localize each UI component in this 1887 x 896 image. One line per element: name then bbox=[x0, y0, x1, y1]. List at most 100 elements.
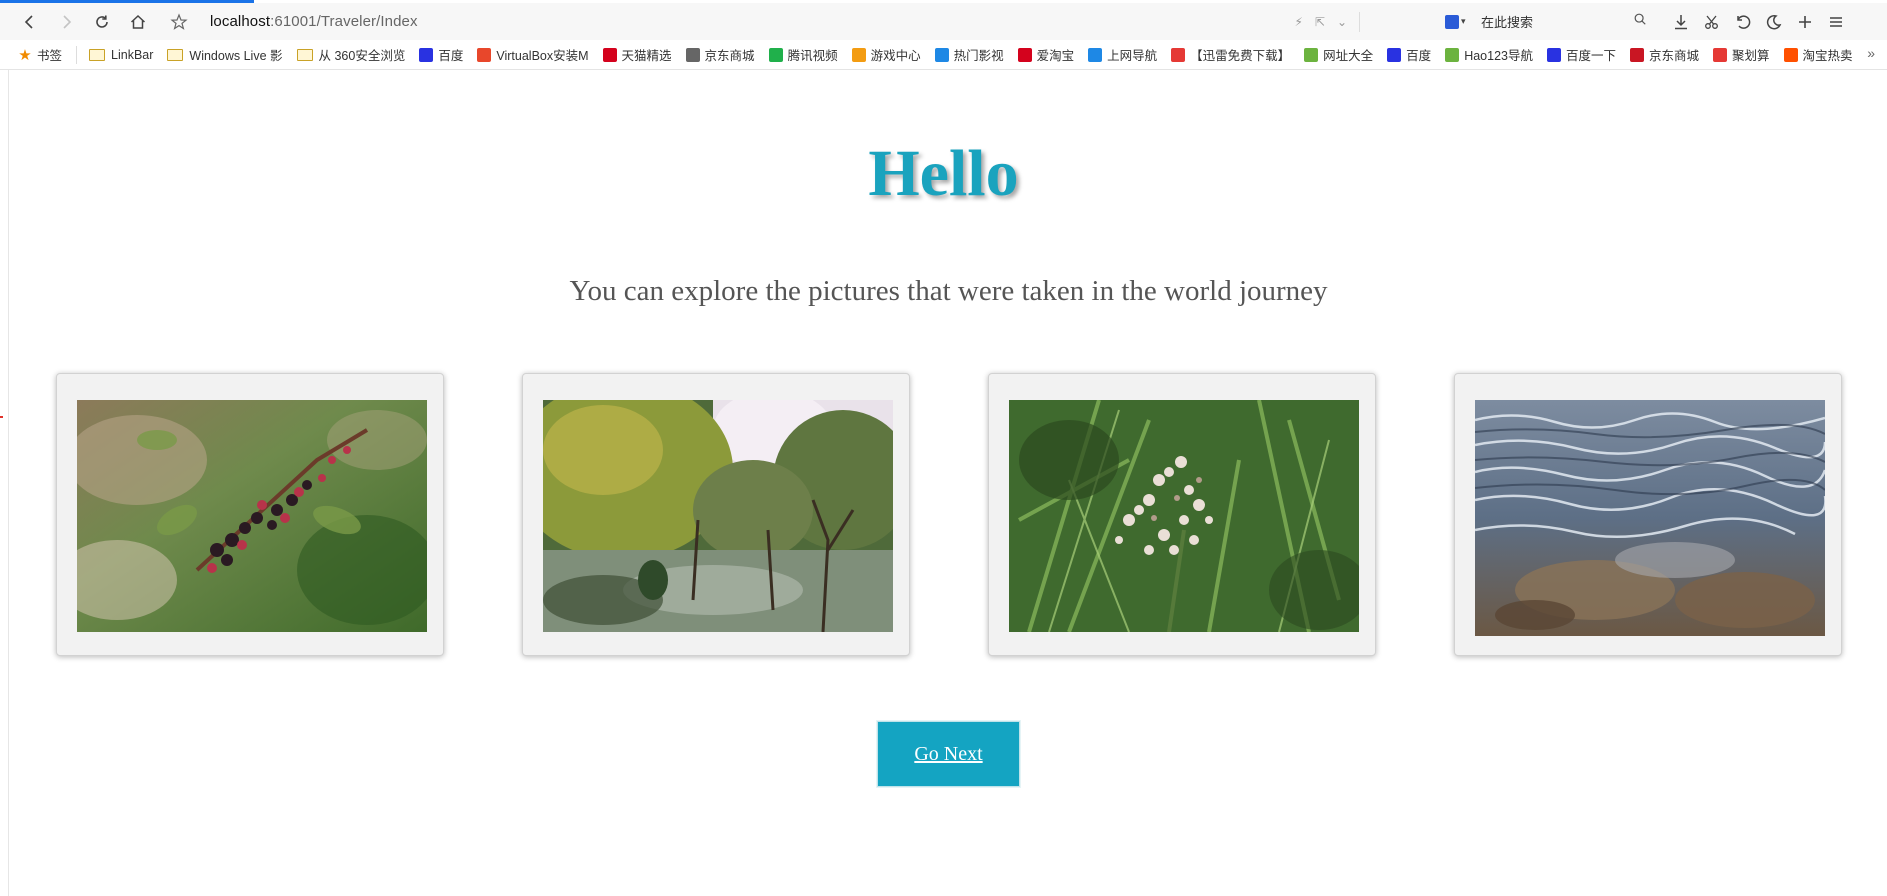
bookmark-label: 从 360安全浏览 bbox=[318, 49, 406, 63]
star-icon: ★ bbox=[18, 46, 32, 64]
bookmark-item[interactable]: Hao123导航 bbox=[1445, 45, 1533, 64]
bookmark-item[interactable]: 天猫精选 bbox=[602, 45, 672, 64]
bookmark-label: 书签 bbox=[37, 49, 63, 63]
bookmark-item[interactable]: 腾讯视频 bbox=[768, 45, 838, 64]
bookmark-label: 热门影视 bbox=[953, 49, 1004, 63]
photo-card[interactable] bbox=[988, 373, 1376, 656]
hao123-icon bbox=[1445, 47, 1460, 62]
taobao-icon bbox=[1017, 47, 1032, 62]
bookmark-label: 上网导航 bbox=[1107, 49, 1158, 63]
url-text[interactable]: localhost:61001/Traveler/Index bbox=[210, 13, 418, 30]
bookmark-label: 爱淘宝 bbox=[1036, 49, 1075, 63]
bookmark-label: 淘宝热卖 bbox=[1802, 49, 1853, 63]
download-icon[interactable] bbox=[1665, 3, 1696, 40]
url-host: localhost bbox=[210, 13, 271, 30]
bookmark-label: 京东商城 bbox=[1649, 49, 1700, 63]
folder-icon bbox=[167, 48, 184, 61]
bookmark-label: 【迅雷免费下载】 bbox=[1190, 49, 1291, 63]
bookmarks-bar: ★ 书签 LinkBar Windows Live 影 从 360安全浏览 百度 Virtu… bbox=[0, 40, 1887, 70]
photo-blackberries[interactable] bbox=[77, 400, 427, 632]
undo-close-icon[interactable] bbox=[1727, 3, 1758, 40]
bookmark-item[interactable]: 百度 bbox=[1387, 45, 1431, 64]
c-logo-icon bbox=[477, 47, 492, 62]
browser-toolbar: localhost:61001/Traveler/Index ⚡ ⇱ ⌄ ▾ 在… bbox=[0, 3, 1887, 40]
bookmark-label: 网址大全 bbox=[1323, 49, 1374, 63]
jd-icon bbox=[1630, 47, 1644, 62]
edge-marker bbox=[0, 416, 3, 418]
bookmark-item[interactable]: VirtualBox安装M bbox=[477, 45, 589, 64]
bookmark-label: 腾讯视频 bbox=[787, 49, 838, 63]
forward-icon[interactable] bbox=[48, 3, 84, 40]
bookmark-label: Hao123导航 bbox=[1464, 49, 1533, 63]
bookmark-item[interactable]: 【迅雷免费下载】 bbox=[1171, 45, 1290, 64]
bookmark-label: 游戏中心 bbox=[870, 49, 921, 63]
search-engine-selector[interactable]: ▾ bbox=[1445, 14, 1475, 30]
tmall-icon bbox=[602, 47, 617, 62]
xunlei-icon bbox=[1171, 47, 1186, 62]
address-bar[interactable]: localhost:61001/Traveler/Index ⚡ ⇱ ⌄ bbox=[170, 3, 1360, 40]
folder-icon bbox=[89, 48, 106, 61]
baidu-paw-icon bbox=[419, 47, 434, 62]
bookmark-item[interactable]: 网址大全 bbox=[1304, 45, 1373, 64]
more-bookmarks-chevron-icon[interactable]: » bbox=[1867, 45, 1875, 61]
photo-garden-trees[interactable] bbox=[543, 400, 893, 632]
video-icon bbox=[934, 47, 949, 62]
bookmark-label: 百度 bbox=[1406, 49, 1432, 63]
screenshot-scissors-icon[interactable] bbox=[1696, 3, 1727, 40]
bookmark-item[interactable]: 爱淘宝 bbox=[1017, 45, 1075, 64]
bookmark-item[interactable]: 京东商城 bbox=[1630, 45, 1699, 64]
bookmark-label: 天猫精选 bbox=[621, 49, 672, 63]
photo-white-wildflowers[interactable] bbox=[1009, 400, 1359, 632]
bookmark-label: LinkBar bbox=[111, 47, 154, 62]
bookmark-star-icon[interactable] bbox=[170, 12, 192, 31]
reload-icon[interactable] bbox=[84, 3, 120, 40]
photo-card[interactable] bbox=[1454, 373, 1842, 656]
globe-icon bbox=[685, 47, 700, 62]
bookmark-item[interactable]: 百度 bbox=[419, 45, 463, 64]
menu-icon[interactable] bbox=[1820, 3, 1851, 40]
bookmark-item[interactable]: ★ 书签 bbox=[18, 45, 62, 64]
bookmark-label: 百度一下 bbox=[1565, 49, 1616, 63]
taobao-hot-icon bbox=[1783, 47, 1798, 62]
bookmark-label: 聚划算 bbox=[1732, 49, 1770, 63]
bookmark-item[interactable]: 京东商城 bbox=[685, 45, 755, 64]
night-mode-moon-icon[interactable] bbox=[1758, 3, 1789, 40]
share-icon[interactable]: ⇱ bbox=[1315, 15, 1325, 29]
bookmark-item[interactable]: 淘宝热卖 bbox=[1783, 45, 1853, 64]
folder-icon bbox=[296, 48, 313, 61]
bookmark-item[interactable]: 从 360安全浏览 bbox=[296, 45, 406, 64]
photo-card[interactable] bbox=[522, 373, 910, 656]
hao-icon bbox=[1304, 47, 1319, 62]
back-icon[interactable] bbox=[12, 3, 48, 40]
home-icon[interactable] bbox=[120, 3, 156, 40]
search-icon[interactable] bbox=[1633, 12, 1647, 31]
baidu-paw-icon bbox=[1445, 14, 1459, 29]
bookmark-label: Windows Live 影 bbox=[189, 49, 283, 63]
bookmark-item[interactable]: LinkBar bbox=[89, 48, 153, 62]
lightning-icon[interactable]: ⚡ bbox=[1294, 15, 1302, 29]
bookmark-label: VirtualBox安装M bbox=[496, 49, 589, 63]
bookmark-separator bbox=[76, 45, 78, 64]
bookmark-item[interactable]: 百度一下 bbox=[1546, 45, 1616, 64]
url-path: :61001/Traveler/Index bbox=[270, 13, 418, 30]
search-input[interactable]: 在此搜索 bbox=[1481, 12, 1533, 31]
new-tab-plus-icon[interactable] bbox=[1789, 3, 1820, 40]
bookmark-item[interactable]: 上网导航 bbox=[1088, 45, 1157, 64]
bookmark-item[interactable]: 聚划算 bbox=[1713, 45, 1770, 64]
page-subtitle: You can explore the pictures that were t… bbox=[569, 275, 1328, 307]
browser-tools bbox=[1665, 3, 1851, 40]
bookmark-item[interactable]: Windows Live 影 bbox=[167, 45, 283, 64]
bookmark-item[interactable]: 游戏中心 bbox=[851, 45, 921, 64]
photo-water-surface[interactable] bbox=[1475, 400, 1825, 636]
baidu-paw-icon bbox=[1546, 47, 1561, 62]
photo-card[interactable] bbox=[56, 373, 444, 656]
chevron-down-icon[interactable]: ⌄ bbox=[1337, 15, 1347, 29]
go-next-button[interactable]: Go Next bbox=[877, 721, 1020, 787]
game-icon bbox=[851, 47, 866, 62]
baidu-paw-icon bbox=[1387, 47, 1402, 62]
bookmark-label: 京东商城 bbox=[704, 49, 755, 63]
bookmark-item[interactable]: 热门影视 bbox=[934, 45, 1004, 64]
nav-icon bbox=[1088, 47, 1103, 62]
search-box[interactable]: ▾ 在此搜索 bbox=[1445, 3, 1655, 40]
address-bar-actions: ⚡ ⇱ ⌄ bbox=[1294, 3, 1360, 40]
